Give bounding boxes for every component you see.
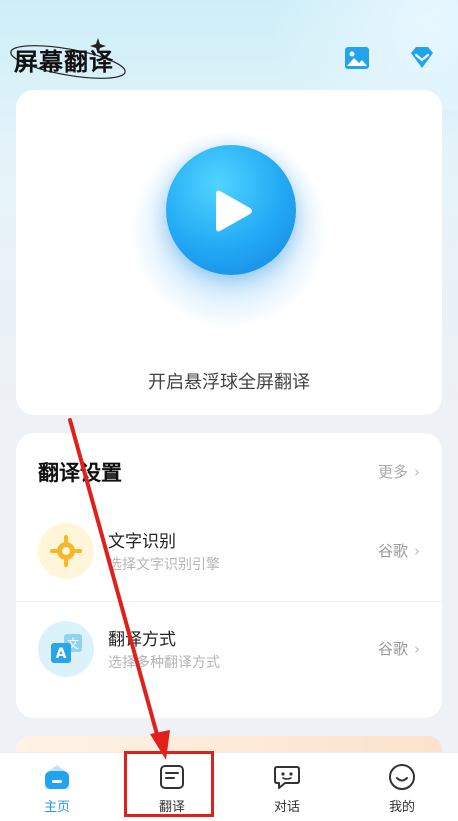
chevron-right-icon: › [414,640,420,658]
translation-settings-card: 翻译设置 更多 › 文字识别 选择文字识别引擎 谷歌 › 文 A 翻译方式 选择… [16,433,442,718]
settings-title: 翻译设置 [38,461,122,485]
setting-row-translation[interactable]: 文 A 翻译方式 选择多种翻译方式 谷歌 › [16,601,442,699]
svg-text:A: A [56,646,67,662]
start-floating-ball-button[interactable] [166,145,296,275]
floating-ball-label: 开启悬浮球全屏翻译 [148,372,310,393]
setting-title-ocr: 文字识别 [108,532,176,552]
home-icon [45,765,69,789]
chevron-right-icon: › [414,542,420,560]
tab-mine[interactable]: 我的 [345,753,458,821]
tab-home-label: 主页 [43,800,70,815]
app-header: 屏幕翻译 [0,0,458,100]
diamond-icon[interactable] [408,44,436,72]
app-title: 屏幕翻译 [14,48,114,76]
more-link[interactable]: 更多 › [378,461,420,482]
translation-engine-value: 谷歌 [377,640,408,658]
more-label: 更多 [377,463,408,481]
chat-icon [274,766,300,789]
setting-row-ocr[interactable]: 文字识别 选择文字识别引擎 谷歌 › [16,503,442,602]
ocr-target-icon [38,523,94,579]
setting-title-translation: 翻译方式 [108,630,176,650]
tab-mine-label: 我的 [388,800,415,815]
image-icon[interactable] [343,44,371,72]
translate-icon: 文 A [38,621,94,677]
highlight-box [124,751,214,817]
play-icon [216,190,252,232]
tab-chat-label: 对话 [273,800,300,815]
tab-chat[interactable]: 对话 [230,753,344,821]
bottom-tab-bar: 主页 翻译 对话 我的 [0,752,458,821]
setting-value-ocr: 谷歌 › [378,540,420,561]
tab-home[interactable]: 主页 [0,753,114,821]
chevron-right-icon: › [414,463,420,481]
setting-subtitle-ocr: 选择文字识别引擎 [108,557,220,573]
ocr-engine-value: 谷歌 [377,542,408,560]
setting-subtitle-translation: 选择多种翻译方式 [108,655,220,671]
setting-value-translation: 谷歌 › [378,638,420,659]
floating-ball-card: 开启悬浮球全屏翻译 [16,90,442,415]
smile-icon [389,764,415,790]
